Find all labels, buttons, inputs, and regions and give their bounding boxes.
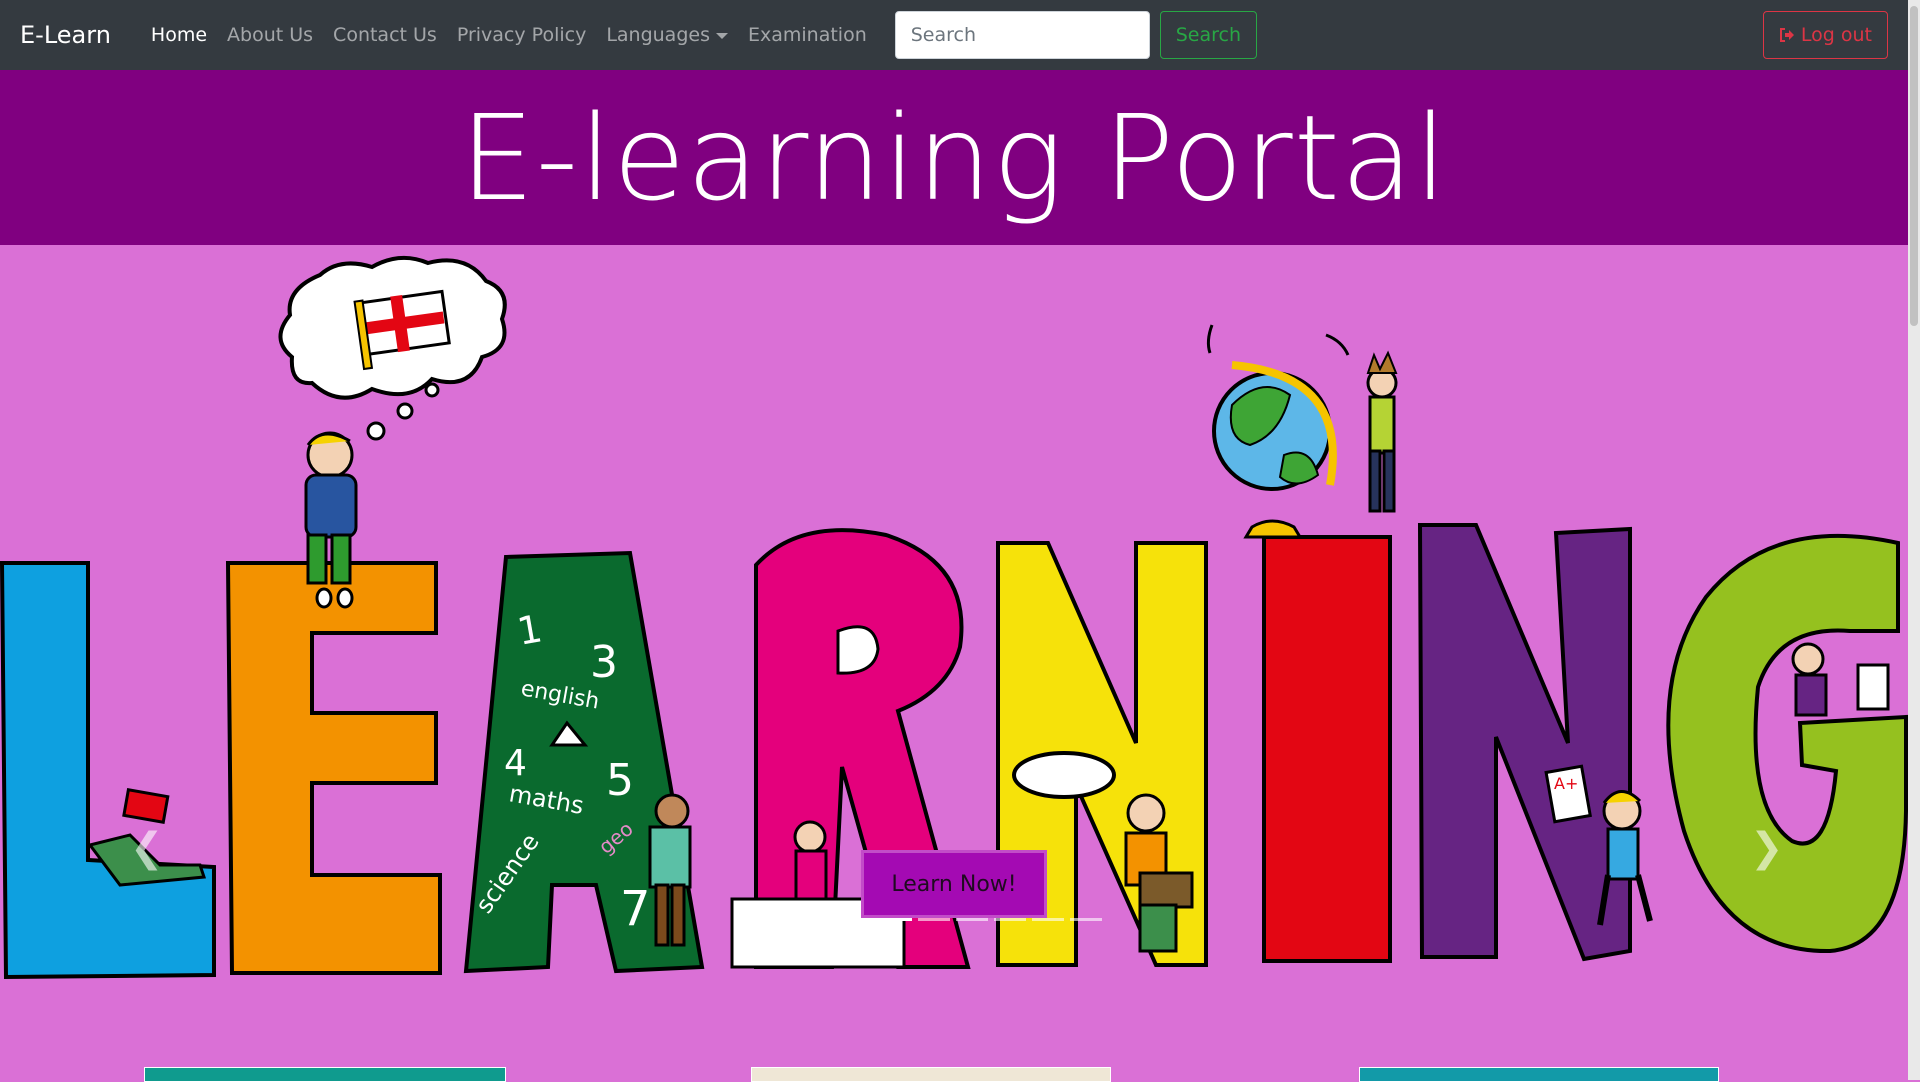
carousel-prev-icon[interactable]: ❮ — [130, 825, 164, 871]
grade-paper-text: A+ — [1554, 774, 1578, 793]
learning-illustration: 1 3 english 4 5 maths science 7 geo A+ — [0, 255, 1908, 980]
letter-l — [0, 561, 216, 980]
nav-privacy-policy[interactable]: Privacy Policy — [447, 24, 596, 46]
carousel-next-icon[interactable]: ❯ — [1750, 825, 1784, 871]
search-button[interactable]: Search — [1159, 11, 1258, 59]
page-title: E-learning Portal — [460, 88, 1448, 227]
nav-languages-dropdown[interactable]: Languages — [596, 24, 738, 46]
sign-out-icon — [1779, 28, 1794, 42]
speech-bubble-n — [1012, 751, 1116, 799]
carousel-indicator[interactable] — [1032, 918, 1064, 921]
nav-languages-label: Languages — [606, 24, 710, 46]
chalk-7: 7 — [620, 881, 651, 937]
boy-on-i — [1366, 350, 1398, 513]
carousel-indicators — [880, 918, 1102, 921]
carousel-indicator[interactable] — [994, 918, 1026, 921]
carousel-indicator[interactable] — [1070, 918, 1102, 921]
scientist-at-desk — [793, 820, 828, 901]
nav-about-us[interactable]: About Us — [217, 24, 323, 46]
navbar: E-Learn Home About Us Contact Us Privacy… — [0, 0, 1908, 70]
search-form: Search — [894, 11, 1258, 59]
letter-g — [1666, 533, 1908, 954]
carousel-indicator[interactable] — [956, 918, 988, 921]
nav-home[interactable]: Home — [141, 24, 217, 46]
logout-button[interactable]: Log out — [1762, 11, 1888, 59]
nav-contact-us[interactable]: Contact Us — [323, 24, 447, 46]
search-input[interactable] — [894, 11, 1150, 59]
chalk-3: 3 — [590, 637, 618, 688]
carousel: 1 3 english 4 5 maths science 7 geo A+ ❮… — [0, 245, 1908, 1050]
chevron-down-icon — [715, 32, 728, 39]
brand-logo[interactable]: E-Learn — [20, 21, 111, 49]
logout-label: Log out — [1800, 24, 1872, 46]
learn-now-button[interactable]: Learn Now! — [861, 850, 1047, 918]
globe-on-i — [1206, 324, 1350, 539]
boy-on-e — [304, 431, 358, 609]
scrollbar-thumb[interactable] — [1910, 6, 1918, 326]
page-scrollbar[interactable] — [1908, 0, 1920, 1080]
kid-reading-g — [1791, 642, 1890, 717]
letter-n2 — [1417, 523, 1632, 962]
carousel-indicator[interactable] — [918, 918, 950, 921]
header-banner: E-learning Portal — [0, 70, 1908, 245]
nav-examination[interactable]: Examination — [738, 24, 877, 46]
letter-i — [1262, 535, 1392, 963]
chalk-5: 5 — [606, 755, 634, 806]
chalk-4: 4 — [504, 743, 527, 784]
letter-e — [225, 561, 442, 975]
carousel-indicator[interactable] — [880, 918, 912, 921]
